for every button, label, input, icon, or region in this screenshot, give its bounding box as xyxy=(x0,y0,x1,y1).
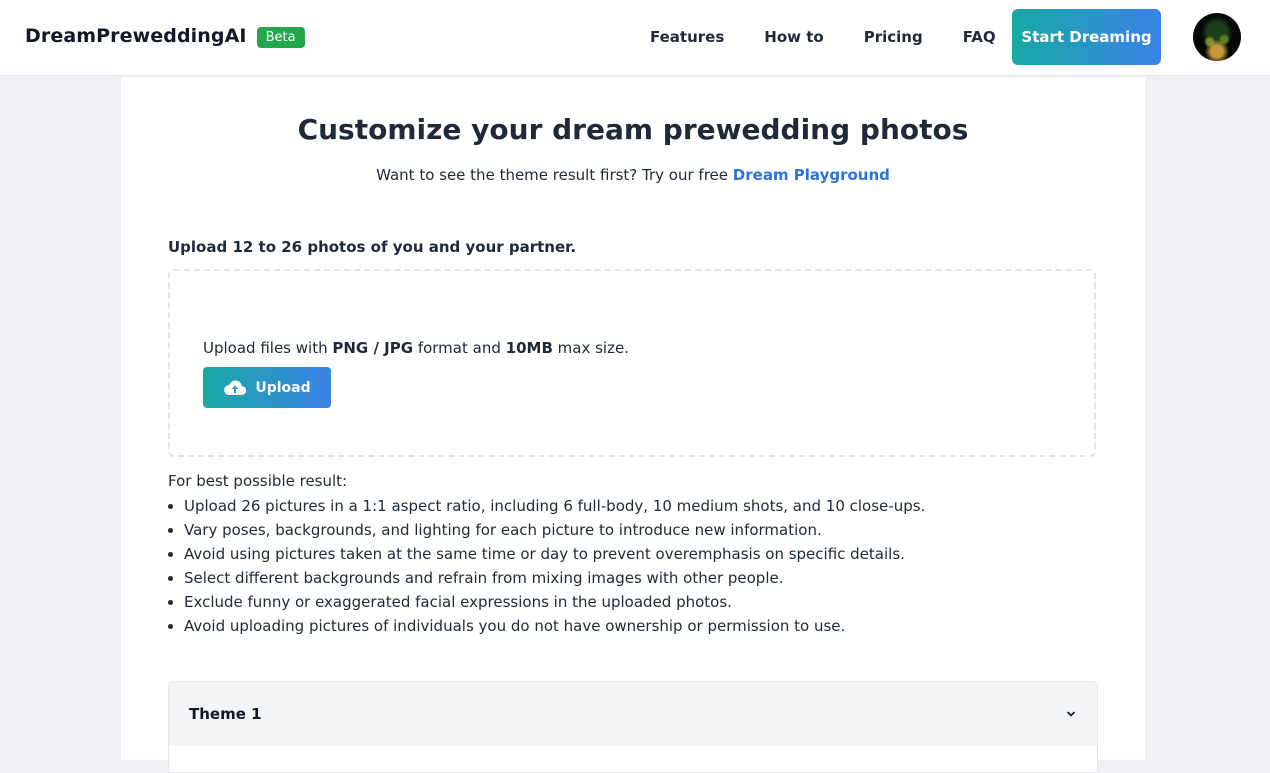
tip-item: Avoid using pictures taken at the same t… xyxy=(184,542,1084,566)
tip-item: Avoid uploading pictures of individuals … xyxy=(184,614,1084,638)
upload-instructions: Upload files with PNG / JPG format and 1… xyxy=(203,339,629,357)
page-title: Customize your dream prewedding photos xyxy=(297,113,969,146)
top-navbar: DreamPreweddingAI Beta Features How to P… xyxy=(0,0,1270,76)
beta-badge: Beta xyxy=(256,27,305,48)
nav-links: Features How to Pricing FAQ xyxy=(650,28,1036,46)
brand[interactable]: DreamPreweddingAI Beta xyxy=(25,24,305,48)
main-card: Customize your dream prewedding photos W… xyxy=(121,77,1145,773)
subtitle-text: Want to see the theme result first? Try … xyxy=(376,166,729,184)
theme-1-header[interactable]: Theme 1 xyxy=(169,682,1097,746)
upload-button-label: Upload xyxy=(255,379,311,396)
user-avatar[interactable] xyxy=(1193,13,1241,61)
upload-text-prefix: Upload files with xyxy=(203,339,328,357)
dream-playground-link[interactable]: Dream Playground xyxy=(733,166,890,184)
tips-list: Upload 26 pictures in a 1:1 aspect ratio… xyxy=(168,494,1084,638)
tip-item: Upload 26 pictures in a 1:1 aspect ratio… xyxy=(184,494,1084,518)
tips-heading: For best possible result: xyxy=(168,472,348,490)
theme-title: Theme 1 xyxy=(189,705,262,723)
upload-dropzone[interactable]: Upload files with PNG / JPG format and 1… xyxy=(168,269,1096,457)
tip-item: Vary poses, backgrounds, and lighting fo… xyxy=(184,518,1084,542)
nav-link-pricing[interactable]: Pricing xyxy=(864,28,923,46)
chevron-down-icon[interactable] xyxy=(1065,708,1077,720)
upload-button[interactable]: Upload xyxy=(203,367,331,408)
nav-link-how-to[interactable]: How to xyxy=(764,28,823,46)
start-dreaming-button[interactable]: Start Dreaming xyxy=(1012,9,1161,65)
upload-text-mid: format and xyxy=(417,339,501,357)
page-subtitle: Want to see the theme result first? Try … xyxy=(121,166,1145,184)
theme-accordion: Theme 1 xyxy=(168,681,1098,773)
tip-item: Exclude funny or exaggerated facial expr… xyxy=(184,590,1084,614)
cloud-upload-icon xyxy=(224,380,247,395)
tip-item: Select different backgrounds and refrain… xyxy=(184,566,1084,590)
nav-link-features[interactable]: Features xyxy=(650,28,724,46)
upload-max-size: 10MB xyxy=(505,339,553,357)
upload-text-suffix: max size. xyxy=(557,339,629,357)
upload-format: PNG / JPG xyxy=(332,339,414,357)
nav-link-faq[interactable]: FAQ xyxy=(963,28,996,46)
upload-label: Upload 12 to 26 photos of you and your p… xyxy=(168,238,577,256)
brand-name[interactable]: DreamPreweddingAI xyxy=(25,25,247,47)
